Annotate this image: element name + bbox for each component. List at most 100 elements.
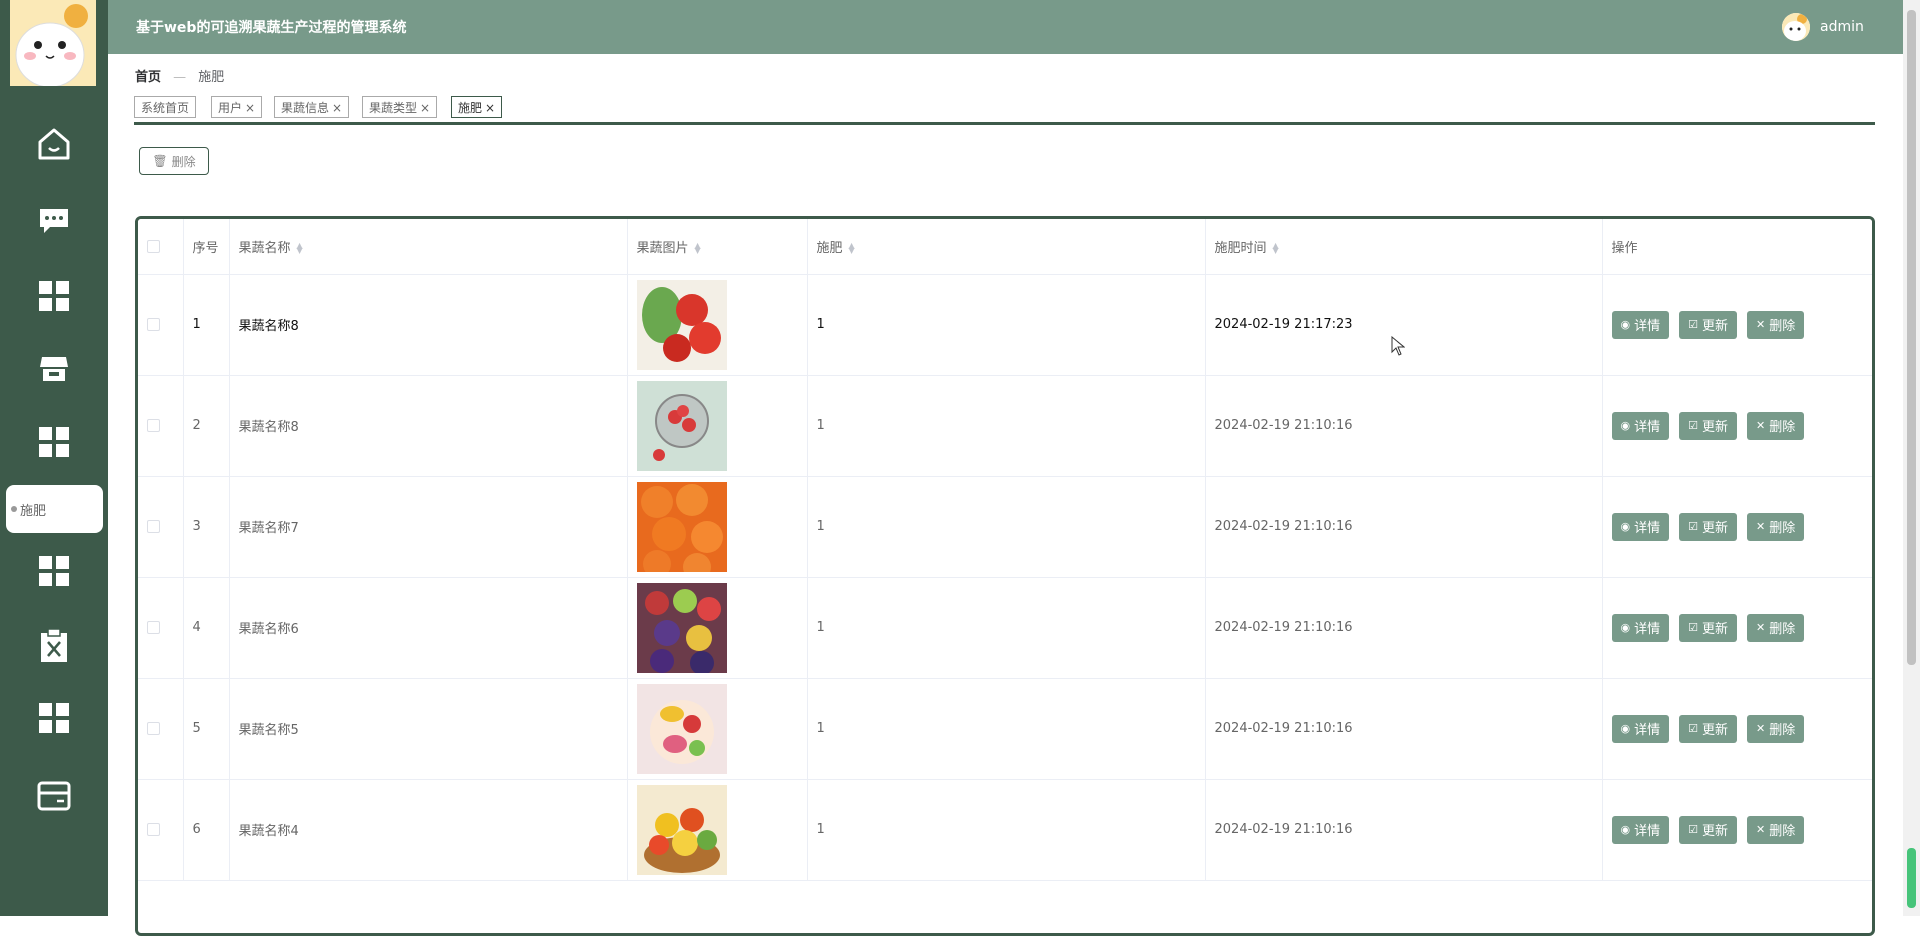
cell-image[interactable] [627,375,808,477]
tag-fertilize[interactable]: 施肥 × [451,96,503,118]
tag-label: 系统首页 [141,101,190,115]
cell-index: 4 [183,577,230,679]
breadcrumb-home[interactable]: 首页 [135,70,161,85]
select-all-checkbox[interactable] [147,239,160,253]
eye-icon: ◉ [1620,520,1631,533]
grid-icon[interactable] [34,698,74,738]
detail-button[interactable]: ◉ 详情 [1611,714,1670,743]
table-row[interactable]: 6 果蔬名称4 1 2024-02-19 21:10:16 ◉ 详情 ☑ 更新 ✕ 删除 [138,779,1872,881]
table-row[interactable]: 2 果蔬名称8 1 2024-02-19 21:10:16 ◉ 详情 ☑ 更新 ✕ 删除 [138,375,1872,477]
close-icon[interactable]: × [420,101,430,115]
store-icon[interactable] [34,349,74,389]
row-select-cell[interactable] [138,779,184,881]
delete-button[interactable]: ✕ 删除 [1747,714,1805,743]
header-label: 施肥 [816,240,843,256]
cell-image[interactable] [627,577,808,679]
detail-label: 详情 [1634,319,1661,334]
row-select-cell[interactable] [138,577,184,679]
delete-button[interactable]: ✕ 删除 [1747,310,1805,339]
grid-icon[interactable] [34,276,74,316]
card-icon[interactable] [34,776,74,816]
logo-avatar [10,0,96,86]
row-select-cell[interactable] [138,274,184,376]
cell-time: 2024-02-19 21:10:16 [1205,678,1603,780]
detail-button[interactable]: ◉ 详情 [1611,310,1670,339]
detail-button[interactable]: ◉ 详情 [1611,815,1670,844]
row-checkbox[interactable] [147,419,160,432]
header-image[interactable]: 果蔬图片 ▲ ▼ [627,219,808,275]
header-select-all[interactable] [138,219,184,275]
header-time[interactable]: 施肥时间 ▲ ▼ [1205,219,1603,275]
produce-thumbnail[interactable] [636,279,727,370]
update-button[interactable]: ☑ 更新 [1679,512,1738,541]
close-icon[interactable]: × [485,101,495,115]
sort-icon[interactable]: ▲ ▼ [695,242,701,255]
vertical-scrollbar[interactable] [1903,0,1920,916]
update-button[interactable]: ☑ 更新 [1679,714,1738,743]
clipboard-x-icon[interactable] [34,626,74,666]
delete-button[interactable]: ✕ 删除 [1747,613,1805,642]
update-button[interactable]: ☑ 更新 [1679,411,1738,440]
cell-fertilize: 1 [807,476,1206,578]
row-select-cell[interactable] [138,375,184,477]
produce-thumbnail[interactable] [636,582,727,673]
tags-bar: 系统首页 用户 × 果蔬信息 × 果蔬类型 × 施肥 × [134,94,1875,125]
produce-thumbnail[interactable] [636,784,727,875]
cell-name: 果蔬名称5 [229,678,628,780]
row-checkbox[interactable] [147,621,160,634]
header-label: 施肥时间 [1214,240,1267,256]
detail-button[interactable]: ◉ 详情 [1611,411,1670,440]
update-button[interactable]: ☑ 更新 [1679,815,1738,844]
tag-home[interactable]: 系统首页 [134,96,197,118]
produce-thumbnail[interactable] [636,683,727,774]
produce-thumbnail[interactable] [636,481,727,572]
close-icon[interactable]: × [332,101,342,115]
tag-produce-type[interactable]: 果蔬类型 × [362,96,438,118]
delete-button[interactable]: ✕ 删除 [1747,512,1805,541]
sort-icon[interactable]: ▲ ▼ [1273,242,1279,255]
cell-image[interactable] [627,779,808,881]
sidebar-item-fertilize[interactable]: 施肥 [6,485,103,533]
row-checkbox[interactable] [147,520,160,533]
grid-icon[interactable] [34,422,74,462]
row-checkbox[interactable] [147,823,160,836]
delete-button[interactable]: ✕ 删除 [1747,815,1805,844]
sort-icon[interactable]: ▲ ▼ [849,242,855,255]
row-checkbox[interactable] [147,722,160,735]
row-select-cell[interactable] [138,678,184,780]
close-icon[interactable]: × [245,101,255,115]
batch-delete-label: 删除 [171,154,196,169]
cell-ops: ◉ 详情 ☑ 更新 ✕ 删除 [1602,577,1872,679]
chat-icon[interactable] [34,201,74,241]
table-row[interactable]: 1 果蔬名称8 1 2024-02-19 21:17:23 ◉ 详情 ☑ 更新 ✕ 删除 [138,274,1872,376]
edit-icon: ☑ [1688,419,1698,432]
header-fertilize[interactable]: 施肥 ▲ ▼ [807,219,1206,275]
update-button[interactable]: ☑ 更新 [1679,613,1738,642]
detail-button[interactable]: ◉ 详情 [1611,512,1670,541]
tag-label: 果蔬类型 [369,101,418,115]
grid-icon[interactable] [34,551,74,591]
table-row[interactable]: 5 果蔬名称5 1 2024-02-19 21:10:16 ◉ 详情 ☑ 更新 ✕ 删除 [138,678,1872,780]
row-select-cell[interactable] [138,476,184,578]
batch-delete-button[interactable]: 🗑 删除 [139,147,209,175]
tag-users[interactable]: 用户 × [211,96,263,118]
delete-button[interactable]: ✕ 删除 [1747,411,1805,440]
trash-icon: 🗑 [152,154,168,168]
tag-produce-info[interactable]: 果蔬信息 × [274,96,350,118]
cell-image[interactable] [627,678,808,780]
row-checkbox[interactable] [147,318,160,331]
table-row[interactable]: 3 果蔬名称7 1 2024-02-19 21:10:16 ◉ 详情 ☑ 更新 ✕ 删除 [138,476,1872,578]
produce-thumbnail[interactable] [636,380,727,471]
cell-image[interactable] [627,274,808,376]
cell-image[interactable] [627,476,808,578]
user-menu[interactable]: admin [1782,13,1864,41]
scrollbar-thumb[interactable] [1907,10,1916,665]
home-icon[interactable] [34,124,74,164]
cell-time: 2024-02-19 21:10:16 [1205,779,1603,881]
header-name[interactable]: 果蔬名称 ▲ ▼ [229,219,628,275]
detail-button[interactable]: ◉ 详情 [1611,613,1670,642]
cell-fertilize: 1 [807,779,1206,881]
update-button[interactable]: ☑ 更新 [1679,310,1738,339]
sort-icon[interactable]: ▲ ▼ [297,242,303,255]
table-row[interactable]: 4 果蔬名称6 1 2024-02-19 21:10:16 ◉ 详情 ☑ 更新 ✕ 删除 [138,577,1872,679]
